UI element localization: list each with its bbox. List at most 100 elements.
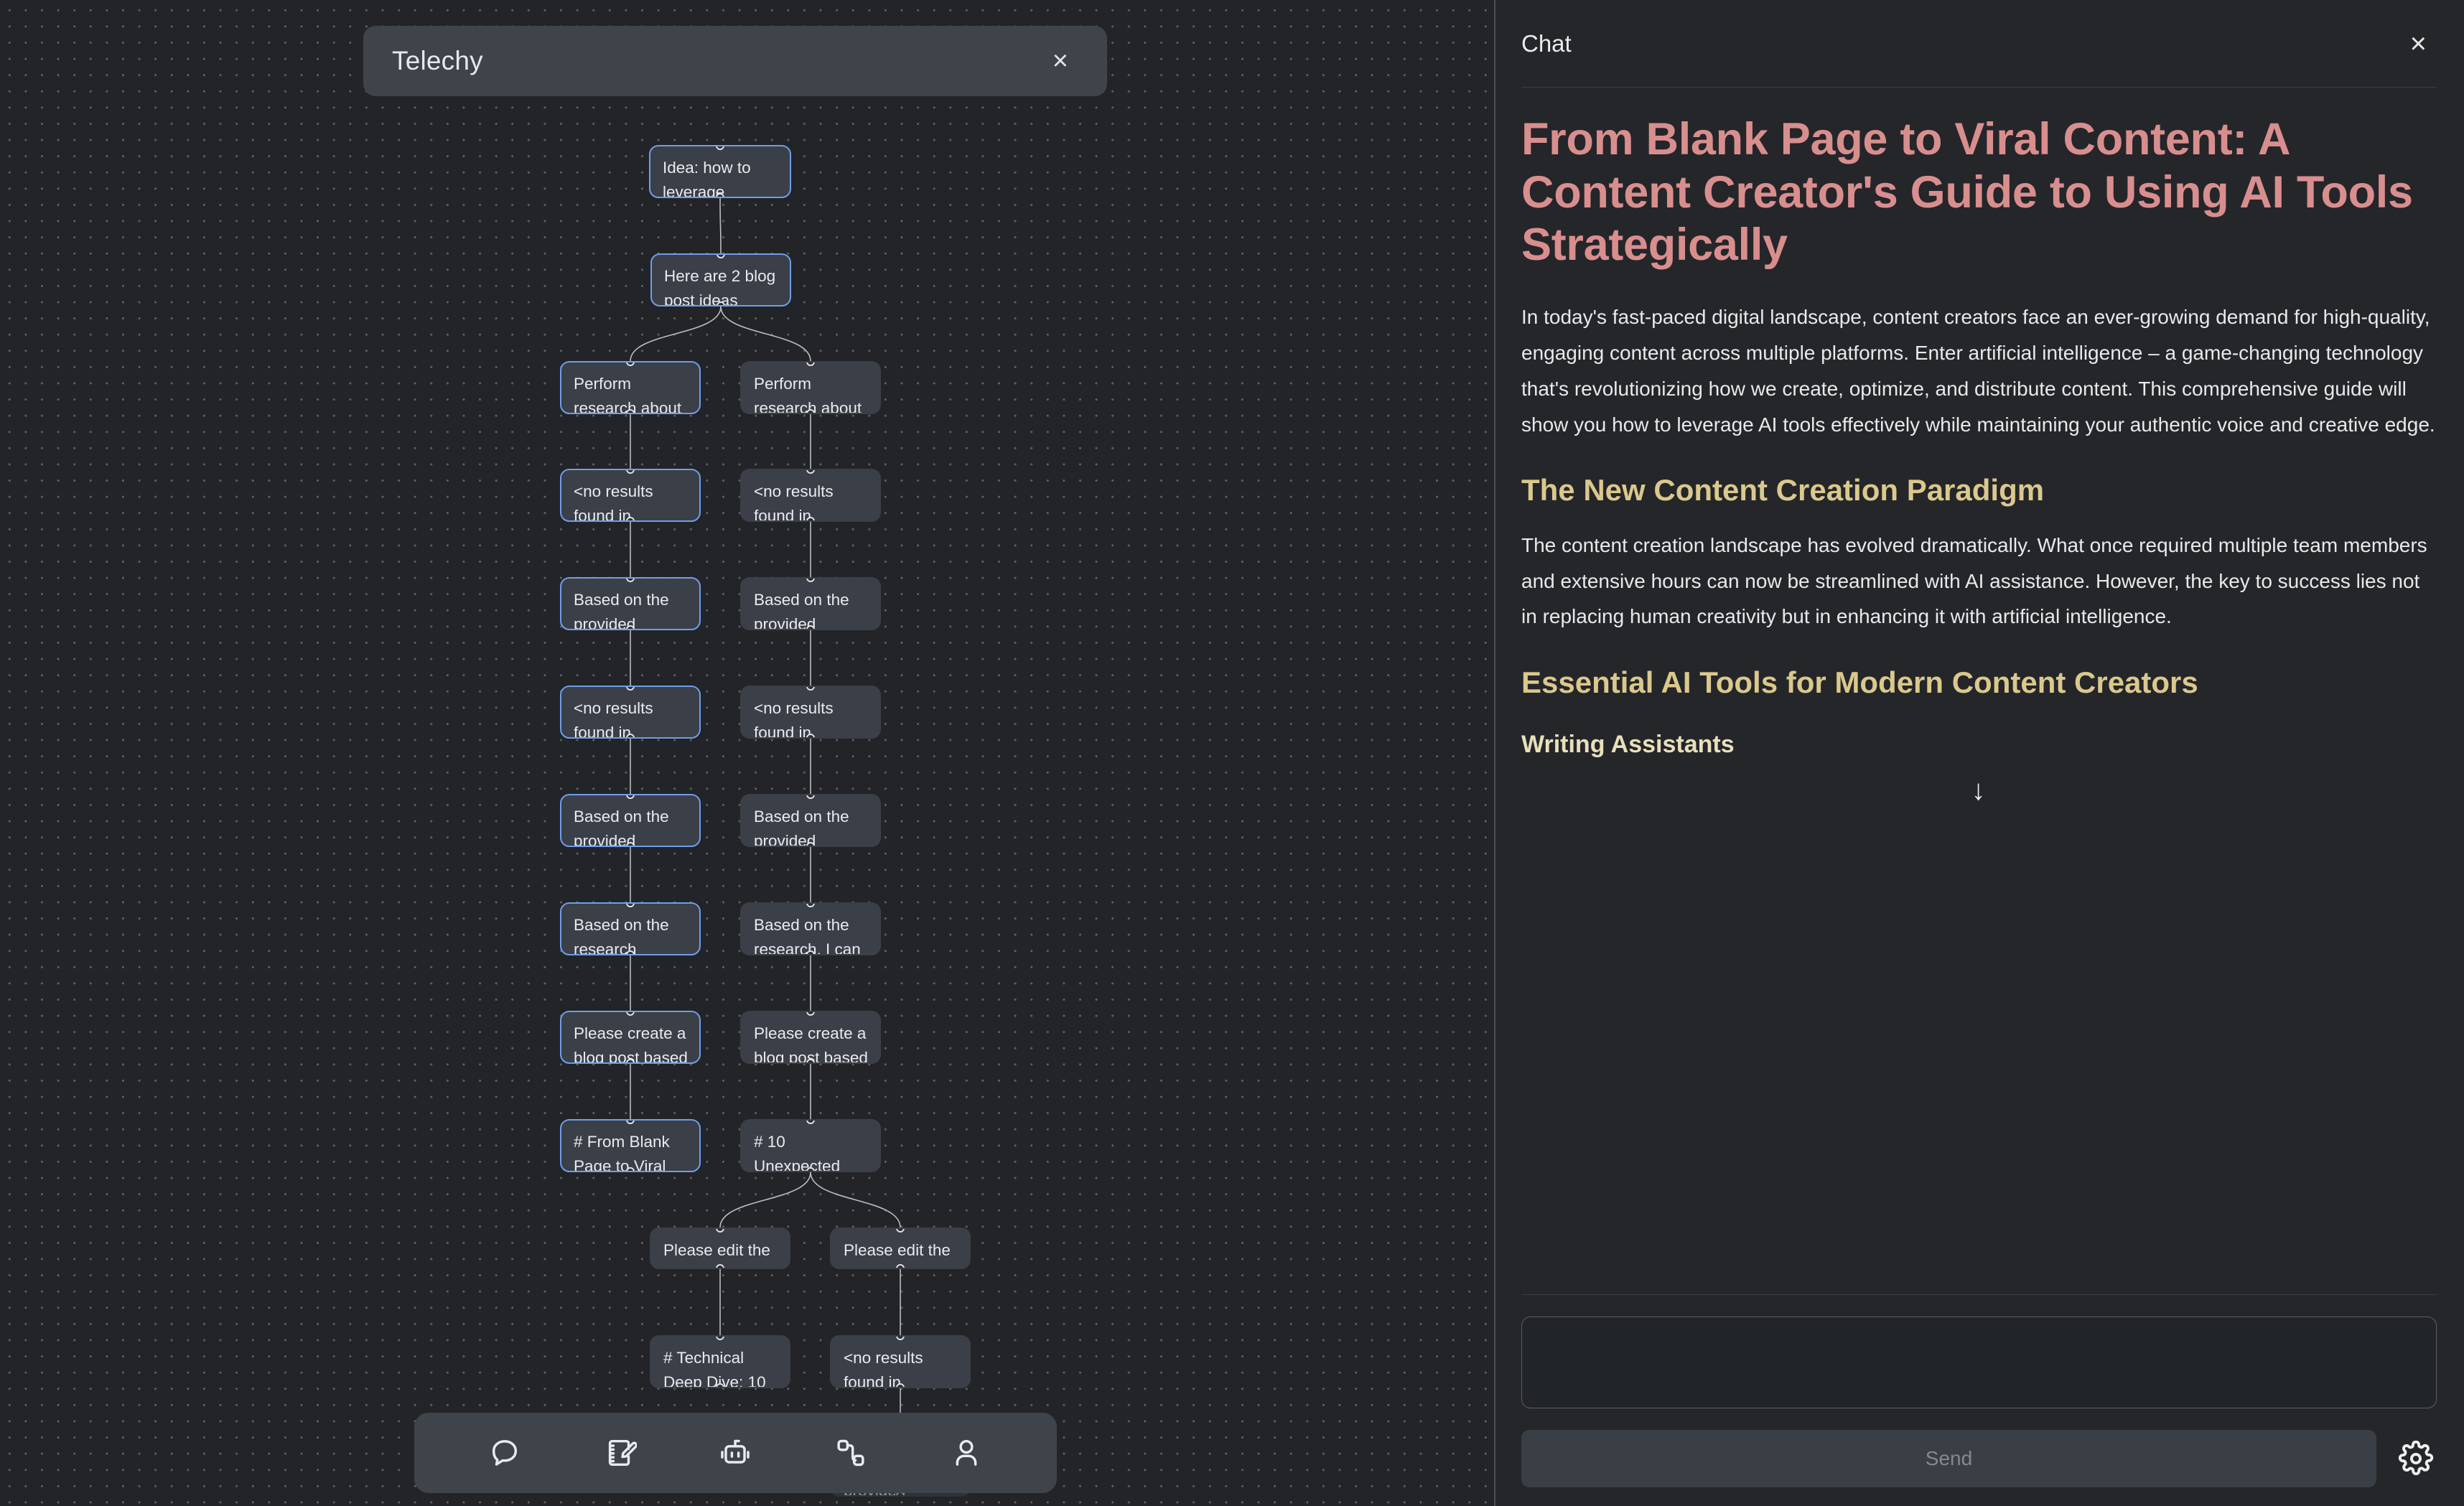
graph-node[interactable]: Based on the provided content, here's a … — [560, 794, 701, 847]
project-title: Telechy — [392, 46, 483, 75]
graph-node[interactable]: <no results found in knowledge base, sea… — [560, 686, 701, 739]
graph-node-label: <no results found in knowledge base, sea… — [844, 1349, 923, 1388]
node-port-in[interactable] — [717, 255, 725, 258]
node-port-out[interactable] — [716, 193, 724, 197]
message-paragraph: In today's fast-paced digital landscape,… — [1521, 306, 2435, 436]
graph-node[interactable]: Based on the provided context, I'll addr… — [740, 577, 881, 630]
graph-node[interactable]: # Technical Deep Dive: 10 AI Implementat… — [650, 1335, 790, 1388]
node-port-in[interactable] — [626, 795, 635, 799]
graph-node[interactable]: Please edit the post so that it is more … — [830, 1227, 971, 1269]
node-port-in[interactable] — [896, 1229, 905, 1233]
graph-node[interactable]: <no results found in knowledge base, sea… — [740, 686, 881, 739]
graph-node[interactable]: Based on the provided context, I'll brea… — [560, 577, 701, 630]
chat-bubble-icon[interactable] — [479, 1427, 531, 1479]
node-port-in[interactable] — [626, 904, 635, 907]
node-port-in[interactable] — [716, 146, 724, 150]
graph-node[interactable]: Perform research about the second idea i… — [740, 361, 881, 414]
graph-node[interactable]: Please edit the post so that it is more … — [650, 1227, 790, 1269]
graph-node-label: <no results found in knowledge base, sea… — [754, 482, 834, 522]
notebook-pencil-icon[interactable] — [594, 1427, 646, 1479]
node-port-out[interactable] — [806, 1059, 815, 1062]
graph-node-label: Here are 2 blog post ideas about leverag… — [664, 267, 776, 307]
graph-node[interactable]: Perform research about the first idea in… — [560, 361, 701, 414]
node-port-in[interactable] — [806, 1121, 815, 1124]
node-port-in[interactable] — [716, 1337, 724, 1340]
close-icon[interactable]: × — [2403, 27, 2434, 61]
chat-panel: Chat × From Blank Page to Viral Content:… — [1494, 0, 2464, 1506]
project-title-bar: Telechy × — [363, 26, 1107, 96]
node-port-out[interactable] — [626, 1167, 635, 1171]
node-port-in[interactable] — [896, 1337, 905, 1340]
node-port-out[interactable] — [806, 625, 815, 629]
graph-node[interactable]: Based on the research, I can now provide… — [740, 902, 881, 955]
close-icon[interactable]: × — [1045, 43, 1075, 79]
person-icon[interactable] — [941, 1427, 992, 1479]
node-port-in[interactable] — [626, 470, 635, 474]
node-port-in[interactable] — [806, 470, 815, 474]
flow-nodes-icon[interactable] — [825, 1427, 877, 1479]
canvas-toolbar — [414, 1413, 1057, 1493]
graph-node[interactable]: # 10 Unexpected Ways AI Can Boost Your C… — [740, 1119, 881, 1172]
chat-message-body[interactable]: From Blank Page to Viral Content: A Cont… — [1494, 88, 2464, 1294]
graph-node[interactable]: <no results found in knowledge base, sea… — [560, 469, 701, 522]
node-port-in[interactable] — [806, 1012, 815, 1016]
node-port-in[interactable] — [626, 687, 635, 691]
graph-node-label: Idea: how to leverage generative AI for … — [663, 159, 751, 198]
graph-node[interactable]: Based on the research gathered, here's a… — [560, 902, 701, 955]
graph-node-label: # Technical Deep Dive: 10 AI Implementat… — [663, 1349, 766, 1388]
graph-canvas[interactable]: Idea: how to leverage generative AI for … — [0, 0, 1494, 1506]
graph-node[interactable]: Please create a blog post based on the i… — [560, 1011, 701, 1064]
node-port-out[interactable] — [716, 1383, 724, 1387]
gear-icon[interactable] — [2395, 1438, 2437, 1479]
graph-node-label: Based on the provided context, I'll addr… — [754, 591, 849, 630]
graph-edge — [810, 1171, 901, 1228]
graph-node-label: Based on the provided context, I'll brea… — [754, 808, 849, 847]
node-port-in[interactable] — [806, 579, 815, 582]
node-port-in[interactable] — [626, 1121, 635, 1124]
node-port-out[interactable] — [626, 409, 635, 413]
node-port-out[interactable] — [626, 1059, 635, 1062]
send-button[interactable]: Send — [1521, 1430, 2376, 1487]
graph-node[interactable]: Please create a blog post based on the i… — [740, 1011, 881, 1064]
node-port-in[interactable] — [806, 687, 815, 691]
graph-node[interactable]: Here are 2 blog post ideas about leverag… — [650, 253, 791, 307]
node-port-out[interactable] — [717, 301, 725, 305]
graph-node[interactable]: <no results found in knowledge base, sea… — [740, 469, 881, 522]
chat-panel-title: Chat — [1521, 30, 1572, 57]
node-port-out[interactable] — [626, 734, 635, 737]
graph-node-label: Based on the research gathered, here's a… — [574, 916, 669, 955]
graph-node[interactable]: Idea: how to leverage generative AI for … — [649, 145, 791, 198]
node-port-out[interactable] — [896, 1383, 905, 1387]
node-port-out[interactable] — [806, 1167, 815, 1171]
node-port-out[interactable] — [896, 1264, 905, 1268]
node-port-out[interactable] — [806, 842, 815, 846]
node-port-in[interactable] — [626, 1012, 635, 1016]
node-port-out[interactable] — [806, 517, 815, 520]
pane-divider[interactable] — [1494, 0, 1495, 1506]
node-port-out[interactable] — [626, 842, 635, 846]
arrow-down-icon[interactable]: ↓ — [1521, 776, 2435, 805]
chat-header: Chat × — [1494, 0, 2464, 88]
node-port-in[interactable] — [626, 579, 635, 582]
graph-node-label: Please create a blog post based on the i… — [754, 1024, 868, 1064]
graph-node[interactable]: <no results found in knowledge base, sea… — [830, 1335, 971, 1388]
message-heading-2-tools: Essential AI Tools for Modern Content Cr… — [1521, 665, 2198, 700]
node-port-out[interactable] — [626, 625, 635, 629]
node-port-out[interactable] — [626, 517, 635, 520]
node-port-in[interactable] — [806, 363, 815, 366]
node-port-out[interactable] — [626, 950, 635, 954]
chat-input[interactable] — [1521, 1316, 2437, 1408]
graph-node[interactable]: Based on the provided context, I'll brea… — [740, 794, 881, 847]
node-port-in[interactable] — [806, 795, 815, 799]
node-port-out[interactable] — [806, 950, 815, 954]
message-heading-3-writing-assistants: Writing Assistants — [1521, 730, 1735, 758]
graph-edge — [719, 197, 722, 254]
graph-node[interactable]: # From Blank Page to Viral Content: A Co… — [560, 1119, 701, 1172]
node-port-out[interactable] — [806, 409, 815, 413]
node-port-in[interactable] — [716, 1229, 724, 1233]
node-port-out[interactable] — [716, 1264, 724, 1268]
node-port-in[interactable] — [806, 904, 815, 907]
node-port-out[interactable] — [806, 734, 815, 737]
robot-icon[interactable] — [709, 1427, 761, 1479]
node-port-in[interactable] — [626, 363, 635, 366]
